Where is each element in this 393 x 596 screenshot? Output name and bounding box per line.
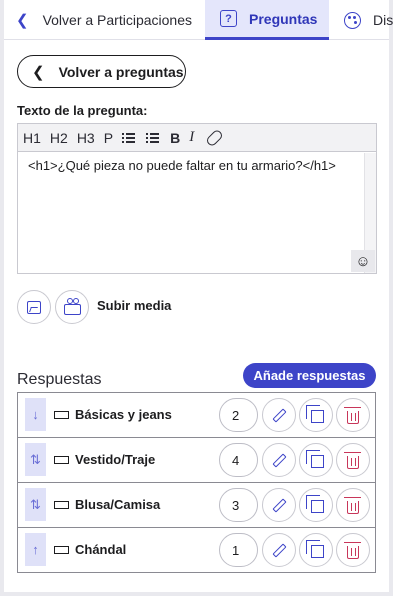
duplicate-button[interactable] xyxy=(299,443,333,477)
answer-label: Básicas y jeans xyxy=(75,407,172,422)
duplicate-button[interactable] xyxy=(299,488,333,522)
question-icon: ? xyxy=(220,10,237,27)
pencil-icon xyxy=(271,542,287,558)
drag-handle-icon[interactable]: ⇅ xyxy=(25,488,46,521)
numbered-list-icon[interactable] xyxy=(146,132,160,143)
drag-handle-icon[interactable]: ↑ xyxy=(25,533,46,566)
copy-icon xyxy=(306,450,324,468)
copy-icon xyxy=(306,405,324,423)
italic-button[interactable]: I xyxy=(189,129,194,146)
paragraph-button[interactable]: P xyxy=(104,130,113,146)
duplicate-button[interactable] xyxy=(299,398,333,432)
delete-button[interactable] xyxy=(336,533,370,567)
tab-questions[interactable]: ? Preguntas xyxy=(205,0,329,40)
answer-value-input[interactable]: 2 xyxy=(219,398,258,432)
back-button-label: Volver a preguntas xyxy=(58,63,184,80)
answer-box-icon xyxy=(54,456,69,464)
image-icon xyxy=(27,300,41,314)
upload-media-label: Subir media xyxy=(97,298,172,313)
drag-handle-icon[interactable]: ⇅ xyxy=(25,443,46,476)
palette-icon xyxy=(344,11,361,29)
video-camera-icon xyxy=(63,297,81,315)
delete-button[interactable] xyxy=(336,443,370,477)
answer-label: Vestido/Traje xyxy=(75,452,156,467)
tab-design[interactable]: Dis xyxy=(344,0,393,40)
bold-button[interactable]: B xyxy=(170,130,180,146)
emoji-icon[interactable]: ☺ xyxy=(351,250,375,272)
edit-button[interactable] xyxy=(262,443,296,477)
pencil-icon xyxy=(271,497,287,513)
chevron-left-icon: ❮ xyxy=(32,63,45,81)
question-label: Texto de la pregunta: xyxy=(17,103,148,118)
answer-box-icon xyxy=(54,501,69,509)
top-tabs: ❮ Volver a Participaciones ? Preguntas D… xyxy=(4,0,393,40)
h1-button[interactable]: H1 xyxy=(23,130,41,146)
answer-row: ⇅ Vestido/Traje 4 xyxy=(18,438,375,483)
edit-button[interactable] xyxy=(262,398,296,432)
add-answers-button[interactable]: Añade respuestas xyxy=(243,363,376,388)
trash-icon xyxy=(344,496,361,514)
answer-label: Blusa/Camisa xyxy=(75,497,161,512)
copy-icon xyxy=(306,495,324,513)
trash-icon xyxy=(344,451,361,469)
tab-label: Dis xyxy=(373,12,393,28)
tab-label: Volver a Participaciones xyxy=(42,12,192,28)
question-text[interactable]: <h1>¿Qué pieza no puede faltar en tu arm… xyxy=(28,158,336,173)
answer-box-icon xyxy=(54,411,69,419)
answer-value-input[interactable]: 3 xyxy=(219,488,258,522)
tab-back-to-participations[interactable]: ❮ Volver a Participaciones xyxy=(16,0,192,40)
edit-button[interactable] xyxy=(262,488,296,522)
editor-toolbar: H1 H2 H3 P B I xyxy=(18,124,376,152)
edit-button[interactable] xyxy=(262,533,296,567)
answers-title: Respuestas xyxy=(17,371,102,388)
pencil-icon xyxy=(271,407,287,423)
trash-icon xyxy=(344,541,361,559)
h3-button[interactable]: H3 xyxy=(77,130,95,146)
answer-label: Chándal xyxy=(75,542,127,557)
copy-icon xyxy=(306,540,324,558)
trash-icon xyxy=(344,406,361,424)
question-editor[interactable]: H1 H2 H3 P B I <h1>¿Qué pieza no puede f… xyxy=(17,123,377,274)
answers-list: ↓ Básicas y jeans 2 ⇅ Vestido/Traje 4 ⇅ … xyxy=(17,392,376,573)
bullet-list-icon[interactable] xyxy=(122,132,136,143)
drag-handle-icon[interactable]: ↓ xyxy=(25,398,46,431)
answer-row: ↓ Básicas y jeans 2 xyxy=(18,393,375,438)
h2-button[interactable]: H2 xyxy=(50,130,68,146)
tab-label: Preguntas xyxy=(249,10,318,27)
delete-button[interactable] xyxy=(336,488,370,522)
chevron-left-icon: ❮ xyxy=(16,12,29,29)
app-frame: ❮ Volver a Participaciones ? Preguntas D… xyxy=(4,0,393,592)
upload-image-button[interactable] xyxy=(17,290,51,324)
answer-row: ↑ Chándal 1 xyxy=(18,528,375,573)
back-to-questions-button[interactable]: ❮ Volver a preguntas xyxy=(17,55,186,88)
pencil-icon xyxy=(271,452,287,468)
link-icon[interactable] xyxy=(205,127,225,148)
duplicate-button[interactable] xyxy=(299,533,333,567)
answer-row: ⇅ Blusa/Camisa 3 xyxy=(18,483,375,528)
delete-button[interactable] xyxy=(336,398,370,432)
answer-value-input[interactable]: 4 xyxy=(219,443,258,477)
upload-video-button[interactable] xyxy=(55,290,89,324)
answer-box-icon xyxy=(54,546,69,554)
answer-value-input[interactable]: 1 xyxy=(219,533,258,567)
